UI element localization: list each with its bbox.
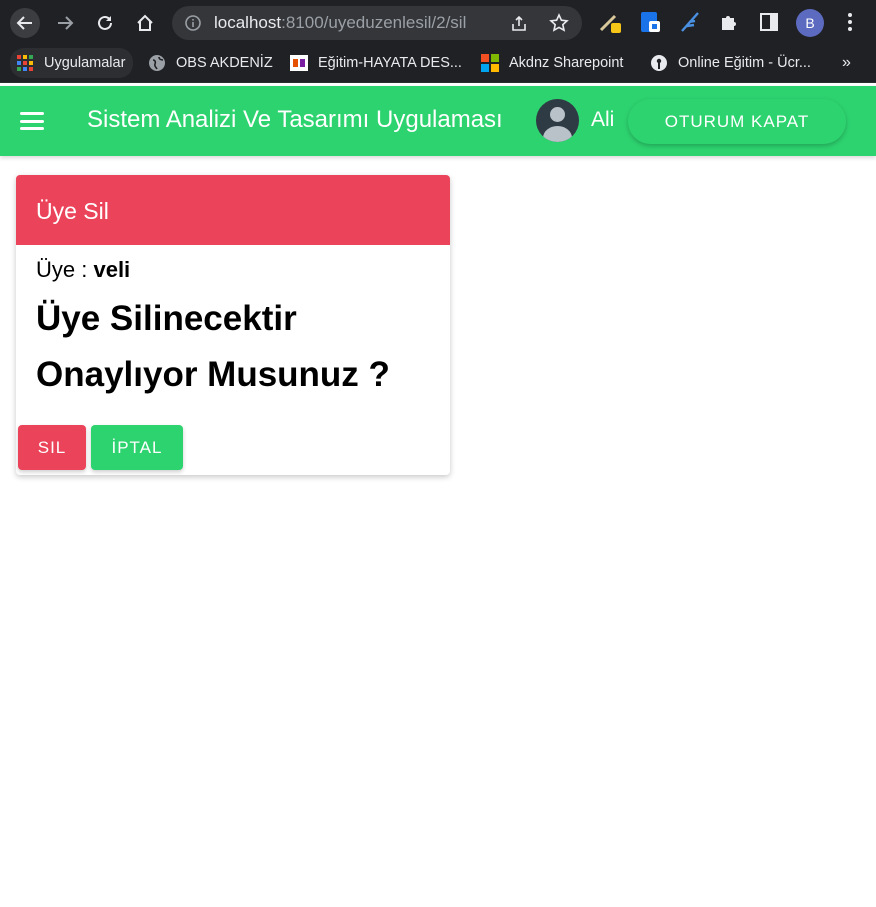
delete-button[interactable]: SIL xyxy=(18,425,86,470)
bookmark-star-icon[interactable] xyxy=(548,12,570,34)
browser-toolbar: localhost:8100/uyeduzenlesil/2/sil B xyxy=(0,0,876,45)
bookmarks-bar: Uygulamalar OBS AKDENİZ Eğitim-HAYATA DE… xyxy=(0,45,876,83)
bookmark-label: Uygulamalar xyxy=(44,55,126,71)
home-button[interactable] xyxy=(130,8,160,38)
bookmark-label: OBS AKDENİZ xyxy=(176,55,273,71)
cancel-button[interactable]: İPTAL xyxy=(91,425,183,470)
url-host: localhost xyxy=(214,13,282,32)
podcast-icon xyxy=(650,54,668,72)
globe-icon xyxy=(148,54,166,72)
bookmark-apps[interactable]: Uygulamalar xyxy=(10,48,134,78)
site-info-icon[interactable] xyxy=(184,14,202,32)
feather-extension-icon[interactable] xyxy=(678,10,702,34)
reload-icon xyxy=(98,15,112,30)
confirm-message-line-2: Onaylıyor Musunuz ? xyxy=(36,355,390,394)
card-header: Üye Sil xyxy=(16,175,450,245)
member-line: Üye : veli xyxy=(36,257,130,283)
user-name: Ali xyxy=(591,108,615,131)
user-avatar xyxy=(536,99,579,142)
delete-member-card: Üye Sil Üye : veli Üye Silinecektir Onay… xyxy=(16,175,450,475)
microsoft-logo-icon xyxy=(481,54,499,72)
profile-avatar[interactable]: B xyxy=(796,9,824,37)
site-favicon-icon xyxy=(290,54,308,72)
url-path: :8100/uyeduzenlesil/2/sil xyxy=(281,13,467,32)
forward-button[interactable] xyxy=(50,8,80,38)
menu-icon[interactable] xyxy=(20,109,44,133)
address-bar[interactable]: localhost:8100/uyeduzenlesil/2/sil xyxy=(172,6,582,40)
chrome-menu-icon[interactable] xyxy=(838,10,862,34)
bookmark-label: Online Eğitim - Ücr... xyxy=(678,55,811,71)
confirm-message-line-1: Üye Silinecektir xyxy=(36,299,297,338)
card-title: Üye Sil xyxy=(36,198,109,224)
url-text: localhost:8100/uyeduzenlesil/2/sil xyxy=(214,13,466,33)
bookmark-label: Akdnz Sharepoint xyxy=(509,55,624,71)
arrow-right-icon xyxy=(58,16,74,30)
avatar-head xyxy=(550,107,565,122)
bookmark-obs[interactable]: OBS AKDENİZ xyxy=(148,45,273,81)
share-icon[interactable] xyxy=(508,13,530,33)
logout-button[interactable]: OTURUM KAPAT xyxy=(628,99,846,144)
avatar-body xyxy=(543,126,572,142)
bookmark-label: Eğitim-HAYATA DES... xyxy=(318,55,462,71)
bookmark-egitim[interactable]: Eğitim-HAYATA DES... xyxy=(290,45,462,81)
side-panel-icon[interactable] xyxy=(757,10,781,34)
more-bookmarks-button[interactable]: » xyxy=(842,45,851,81)
pencil-extension-icon[interactable] xyxy=(598,10,622,34)
apps-grid-icon xyxy=(16,54,34,72)
page-title: Sistem Analizi Ve Tasarımı Uygulaması xyxy=(87,106,503,133)
puzzle-extensions-icon[interactable] xyxy=(717,10,741,34)
bookmark-akdnz-sharepoint[interactable]: Akdnz Sharepoint xyxy=(481,45,623,81)
bookmark-online-egitim[interactable]: Online Eğitim - Ücr... xyxy=(650,45,811,81)
app-toolbar: Sistem Analizi Ve Tasarımı Uygulaması Al… xyxy=(0,86,876,156)
password-manager-icon[interactable] xyxy=(638,10,662,34)
member-label: Üye : xyxy=(36,257,94,282)
reload-button[interactable] xyxy=(90,8,120,38)
member-value: veli xyxy=(93,257,131,282)
back-button[interactable] xyxy=(10,8,40,38)
arrow-left-icon xyxy=(16,16,32,30)
home-icon xyxy=(137,14,153,31)
